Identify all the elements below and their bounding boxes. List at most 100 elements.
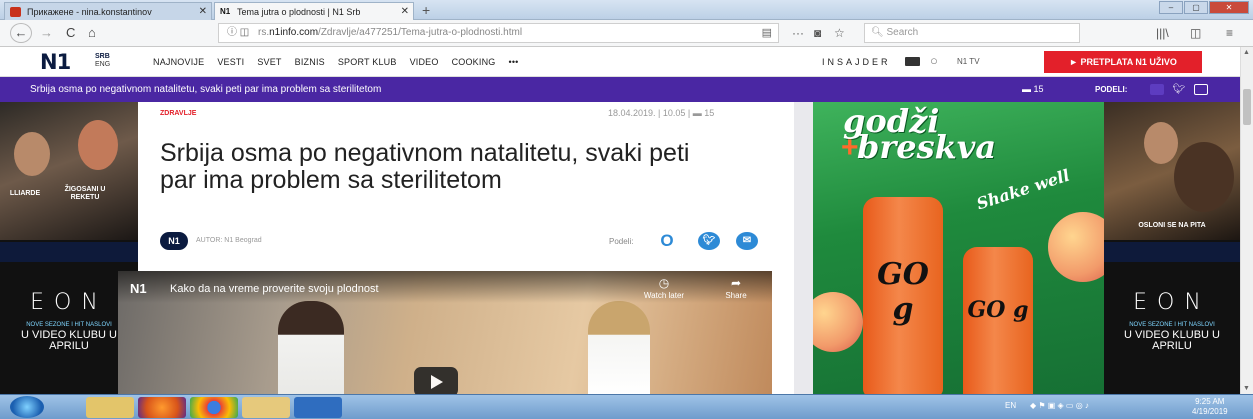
page-actions-button[interactable]: ··· bbox=[792, 24, 804, 42]
browser-tab-inbox[interactable]: Прикажене - nina.konstantinov ✕ bbox=[4, 2, 212, 20]
video-guest bbox=[278, 301, 344, 394]
bottle-label: GO g bbox=[967, 297, 1029, 323]
search-input[interactable]: 🔍︎ Search bbox=[864, 23, 1080, 43]
right-skyscraper-ad[interactable]: OSLONI SE NA PITA EON NOVE SEZONE I HIT … bbox=[1104, 102, 1240, 394]
godzi-breskva-ad[interactable]: godži + breskva Shake well GO g GO g bbox=[813, 102, 1104, 394]
word-taskbar-icon[interactable] bbox=[294, 397, 342, 418]
play-button[interactable] bbox=[414, 367, 458, 394]
share-label: Podeli: bbox=[609, 237, 634, 246]
page-scrollbar[interactable]: ▲ ▼ bbox=[1240, 47, 1253, 394]
window-controls: – ▢ ✕ bbox=[1159, 1, 1249, 15]
facebook-share-icon[interactable] bbox=[1150, 84, 1164, 95]
browser-tab-n1[interactable]: N1 Tema jutra o plodnosti | N1 Srb ✕ bbox=[214, 2, 414, 20]
sticky-comment-count[interactable]: ▬ 15 bbox=[1022, 77, 1044, 102]
start-button[interactable] bbox=[10, 396, 44, 418]
tab-title: Tema jutra o plodnosti | N1 Srb bbox=[237, 7, 361, 17]
back-button[interactable]: ← bbox=[10, 23, 32, 43]
right-ad-tagline: NOVE SEZONE I HIT NASLOVI bbox=[1129, 322, 1215, 328]
video-player[interactable]: N1 Kako da na vreme proverite svoju plod… bbox=[118, 271, 772, 394]
browser-tab-strip: Прикажене - nina.konstantinov ✕ N1 Tema … bbox=[0, 0, 1253, 20]
tab-close-icon[interactable]: ✕ bbox=[401, 3, 409, 20]
left-ad-photo bbox=[0, 102, 138, 240]
tray-language[interactable]: EN bbox=[1005, 401, 1016, 410]
scroll-thumb[interactable] bbox=[1243, 89, 1251, 125]
address-bar[interactable]: ⓘ ◫ rs.n1info.com/Zdravlje/a477251/Tema-… bbox=[218, 23, 779, 43]
nav-vesti[interactable]: VESTI bbox=[217, 57, 244, 67]
chrome-taskbar-icon[interactable] bbox=[190, 397, 238, 418]
twitter-share-icon[interactable]: 🐦︎ bbox=[1172, 84, 1186, 95]
email-share-icon[interactable] bbox=[1194, 84, 1208, 95]
nav-sport-klub[interactable]: SPORT KLUB bbox=[338, 57, 397, 67]
reader-view-icon[interactable]: ▤ bbox=[762, 24, 772, 42]
taskbar-clock[interactable]: 9:25 AM 4/19/2019 bbox=[1192, 397, 1228, 417]
lang-srb[interactable]: SRB bbox=[95, 53, 110, 61]
sidebar-button[interactable]: ◫ bbox=[1190, 24, 1201, 42]
lang-eng[interactable]: ENG bbox=[95, 61, 110, 69]
peach-image bbox=[1048, 212, 1104, 282]
sticky-article-title[interactable]: Srbija osma po negativnom natalitetu, sv… bbox=[30, 77, 381, 102]
bookmark-star-icon[interactable]: ☆ bbox=[834, 24, 845, 42]
tray-icons[interactable]: ◆ ⚑ ▣ ◈ ▭ ◎ ♪ bbox=[1030, 401, 1089, 410]
windows-taskbar: EN ◆ ⚑ ▣ ◈ ▭ ◎ ♪ 9:25 AM 4/19/2019 bbox=[0, 394, 1253, 419]
right-ad-headline: U VIDEO KLUBU U APRILU bbox=[1124, 329, 1220, 352]
firefox-taskbar-icon[interactable] bbox=[138, 397, 186, 418]
sticky-share-label: PODELI: bbox=[1095, 85, 1128, 94]
facebook-share-button[interactable]: O bbox=[656, 232, 678, 250]
right-ad-photo bbox=[1104, 102, 1240, 240]
nav-more[interactable]: ••• bbox=[508, 57, 518, 67]
watch-later-button[interactable]: ◷ Watch later bbox=[634, 276, 694, 300]
reload-button[interactable]: C bbox=[66, 24, 75, 42]
scroll-down-icon[interactable]: ▼ bbox=[1243, 385, 1250, 392]
video-share-button[interactable]: ➦ Share bbox=[716, 276, 756, 300]
ad-plus: + bbox=[841, 131, 859, 164]
video-host bbox=[588, 301, 650, 394]
browser-toolbar: ← → C ⌂ ⓘ ◫ rs.n1info.com/Zdravlje/a4772… bbox=[0, 20, 1253, 47]
right-ad-banner bbox=[1104, 242, 1240, 262]
explorer-taskbar-icon[interactable] bbox=[86, 397, 134, 418]
library-button[interactable]: |||\ bbox=[1156, 24, 1169, 42]
live-subscription-button[interactable]: ► PRETPLATA N1 UŽIVO bbox=[1044, 51, 1202, 73]
insajder-link[interactable]: INSAJDER bbox=[822, 57, 891, 67]
n1-logo[interactable]: N1 bbox=[40, 50, 71, 74]
video-channel-logo[interactable]: N1 bbox=[130, 281, 147, 296]
pocket-icon[interactable]: ◙ bbox=[814, 24, 821, 42]
article-author[interactable]: AUTOR: N1 Beograd bbox=[196, 237, 262, 244]
nav-najnovije[interactable]: NAJNOVIJE bbox=[153, 57, 204, 67]
language-switcher[interactable]: SRB ENG bbox=[95, 53, 110, 69]
article-headline: Srbija osma po negativnom natalitetu, sv… bbox=[160, 139, 690, 194]
forward-button[interactable]: → bbox=[40, 24, 53, 42]
nav-biznis[interactable]: BIZNIS bbox=[295, 57, 325, 67]
article-comment-count[interactable]: 15 bbox=[704, 108, 714, 118]
right-ad-caption: OSLONI SE NA PITA bbox=[1138, 222, 1206, 229]
scroll-up-icon[interactable]: ▲ bbox=[1243, 49, 1250, 56]
twitter-share-button[interactable]: 🐦︎ bbox=[698, 232, 720, 250]
clock-time: 9:25 AM bbox=[1195, 397, 1225, 406]
article-meta: 18.04.2019. | 10.05 | ▬ 15 bbox=[608, 108, 715, 118]
menu-button[interactable]: ≡ bbox=[1226, 24, 1233, 42]
site-info-icon[interactable]: ⓘ ◫ bbox=[227, 27, 249, 38]
nav-svet[interactable]: SVET bbox=[257, 57, 281, 67]
tv-icon[interactable] bbox=[905, 57, 920, 66]
tab-title: Прикажене - nina.konstantinov bbox=[27, 7, 152, 17]
nav-video[interactable]: VIDEO bbox=[410, 57, 439, 67]
folder-taskbar-icon[interactable] bbox=[242, 397, 290, 418]
new-tab-button[interactable]: + bbox=[422, 2, 430, 18]
site-search-icon[interactable]: ○ bbox=[930, 53, 938, 68]
maximize-button[interactable]: ▢ bbox=[1184, 1, 1208, 14]
share-arrow-icon: ➦ bbox=[730, 276, 742, 290]
n1tv-dropdown[interactable]: N1 TV bbox=[957, 57, 980, 66]
comment-icon: ▬ bbox=[1022, 84, 1034, 94]
screen: Прикажене - nina.konstantinov ✕ N1 Tema … bbox=[0, 0, 1253, 419]
search-placeholder: Search bbox=[886, 27, 919, 38]
juice-bottle-small: GO g bbox=[963, 247, 1033, 394]
juice-bottle-large: GO g bbox=[863, 197, 943, 394]
minimize-button[interactable]: – bbox=[1159, 1, 1183, 14]
window-close-button[interactable]: ✕ bbox=[1209, 1, 1249, 14]
article-category[interactable]: ZDRAVLJE bbox=[160, 110, 196, 117]
home-button[interactable]: ⌂ bbox=[88, 24, 96, 42]
video-title[interactable]: Kako da na vreme proverite svoju plodnos… bbox=[170, 283, 379, 295]
nav-cooking[interactable]: COOKING bbox=[452, 57, 496, 67]
tab-close-icon[interactable]: ✕ bbox=[199, 3, 207, 20]
email-share-button[interactable]: ✉ bbox=[736, 232, 758, 250]
bottle-label: GO g bbox=[877, 257, 929, 327]
